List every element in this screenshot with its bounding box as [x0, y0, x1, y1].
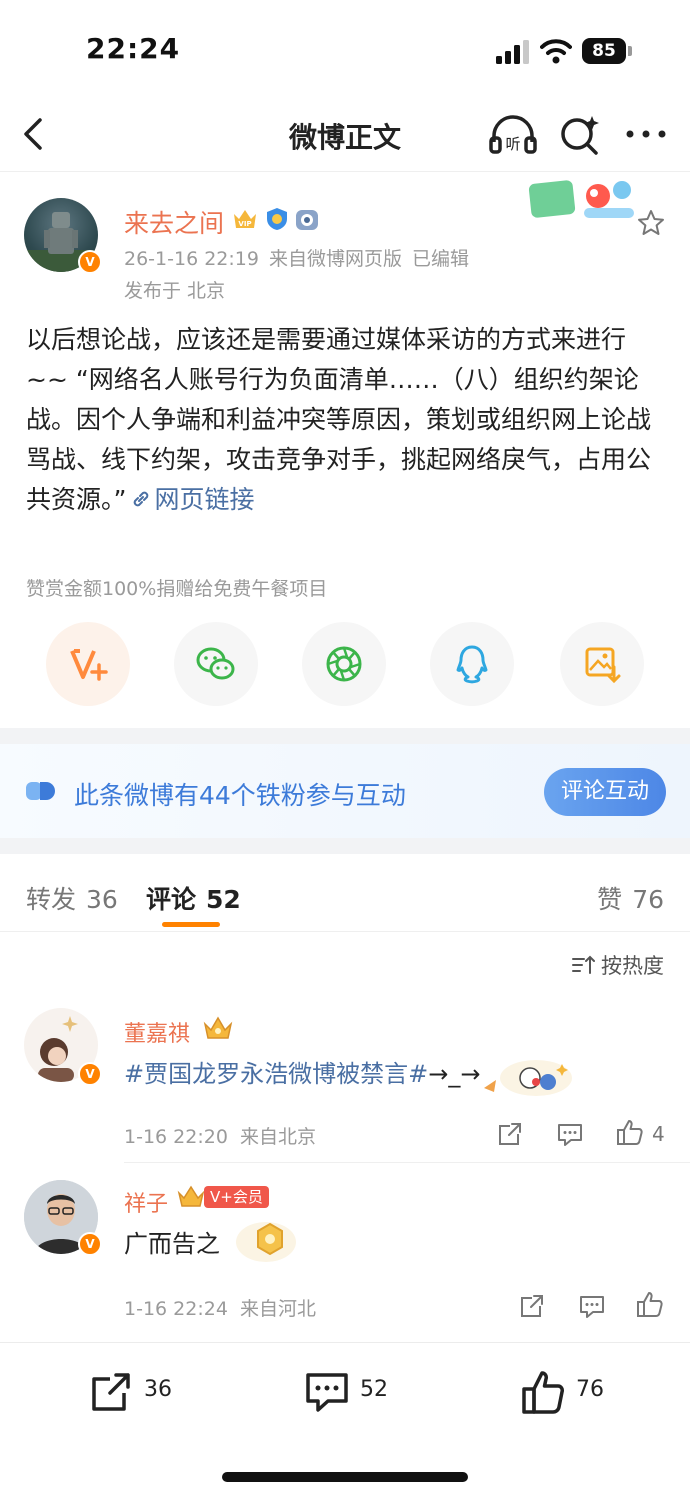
- sort-toggle[interactable]: 按热度: [571, 950, 664, 980]
- share-moments-button[interactable]: [302, 622, 386, 706]
- tab-repost-label: 转发: [26, 885, 77, 914]
- comment-time: 1-16 22:24: [124, 1298, 228, 1320]
- share-qq-button[interactable]: [430, 622, 514, 706]
- signal-icon: [496, 40, 529, 64]
- tab-comment[interactable]: 评论 52: [146, 880, 241, 916]
- vip-crown-icon: VIP: [234, 210, 256, 228]
- post-location: 发布于 北京: [124, 280, 226, 302]
- section-divider: [0, 728, 690, 744]
- comment-source: 来自北京: [240, 1126, 317, 1148]
- svg-text:听: 听: [505, 135, 520, 153]
- wechat-icon: [196, 647, 235, 680]
- fans-double-chevron-icon: [26, 782, 55, 800]
- sort-icon: [572, 955, 595, 974]
- tab-bar: 转发 36 评论 52 赞 76: [0, 854, 690, 932]
- tab-comment-label: 评论: [146, 885, 197, 914]
- like-icon[interactable]: [616, 1118, 644, 1146]
- verified-badge-icon: V: [78, 1062, 102, 1086]
- author-name[interactable]: 来去之间: [124, 204, 224, 240]
- tab-like[interactable]: 赞 76: [597, 880, 664, 916]
- post-source: 来自微博网页版: [268, 248, 402, 270]
- tab-comment-count: 52: [206, 885, 241, 914]
- comment-divider: [124, 1162, 690, 1163]
- holiday-sticker-icon: [528, 180, 634, 218]
- reply-icon[interactable]: [556, 1120, 584, 1148]
- share-row: [0, 622, 690, 712]
- sticker-badge-icon: [236, 1222, 296, 1262]
- toolbar-like-count: 76: [576, 1377, 604, 1402]
- verified-badge-icon: V: [78, 1232, 102, 1256]
- more-icon[interactable]: [624, 114, 668, 154]
- verified-badge-icon: V: [78, 250, 102, 274]
- like-icon: [522, 1371, 564, 1414]
- reward-note: 赞赏金额100%捐赠给免费午餐项目: [26, 578, 328, 600]
- post-edited: 已编辑: [411, 248, 469, 270]
- reward-button[interactable]: [46, 622, 130, 706]
- section-divider: [0, 838, 690, 854]
- listen-icon[interactable]: 听: [488, 112, 538, 158]
- comment-text: #贾国龙罗永浩微博被禁言#→_→: [124, 1054, 480, 1089]
- favorite-star-icon[interactable]: [636, 208, 666, 238]
- toolbar-comment-count: 52: [360, 1377, 388, 1402]
- lens-badge-icon: [296, 210, 318, 230]
- fans-banner[interactable]: 此条微博有44个铁粉参与互动 评论互动: [0, 744, 690, 838]
- post-text: 以后想论战，应该还是需要通过媒体采访的方式来进行 ~~ “网络名人账号行为负面清…: [26, 325, 652, 514]
- sticker-icon: [484, 1060, 572, 1096]
- post-meta: 26-1-16 22:19 来自微博网页版 已编辑: [124, 244, 479, 271]
- moments-icon: [326, 646, 362, 682]
- like-icon[interactable]: [636, 1290, 664, 1318]
- reward-v-icon: [70, 649, 108, 681]
- search-icon[interactable]: [558, 112, 602, 158]
- tab-repost[interactable]: 转发 36: [26, 880, 118, 916]
- wifi-icon: [540, 39, 572, 64]
- status-time: 22:24: [86, 32, 181, 65]
- comment-source: 来自河北: [240, 1298, 317, 1320]
- sort-label: 按热度: [601, 954, 664, 978]
- toolbar-repost-button[interactable]: 36: [88, 1369, 188, 1415]
- link-icon: [134, 491, 149, 507]
- tab-like-count: 76: [632, 885, 664, 914]
- comment-like-count: 4: [652, 1122, 665, 1146]
- tab-like-label: 赞: [597, 885, 623, 914]
- comment-time: 1-16 22:20: [124, 1126, 228, 1148]
- comment-interact-button[interactable]: 评论互动: [544, 768, 666, 816]
- comment-meta: 1-16 22:24 来自河北: [124, 1294, 316, 1321]
- qq-icon: [456, 645, 488, 684]
- repost-icon: [92, 1373, 130, 1411]
- battery-level: 85: [582, 38, 626, 64]
- comment-text-rest: →_→: [428, 1060, 481, 1088]
- comment-meta: 1-16 22:20 来自北京: [124, 1122, 316, 1149]
- home-indicator: [222, 1472, 468, 1482]
- share-wechat-button[interactable]: [174, 622, 258, 706]
- toolbar-like-button[interactable]: 76: [520, 1369, 620, 1415]
- comment-author[interactable]: 祥子: [124, 1186, 168, 1218]
- member-badge: V+会员: [204, 1186, 269, 1208]
- repost-icon[interactable]: [518, 1292, 546, 1320]
- comment-author[interactable]: 董嘉祺: [124, 1016, 190, 1048]
- fans-banner-text: 此条微博有44个铁粉参与互动: [74, 781, 406, 810]
- comment-icon: [306, 1373, 348, 1412]
- save-image-icon: [585, 647, 621, 684]
- repost-icon[interactable]: [496, 1120, 524, 1148]
- save-image-button[interactable]: [560, 622, 644, 706]
- shield-badge-icon: [267, 208, 287, 230]
- web-link[interactable]: 网页链接: [154, 485, 254, 514]
- crown-badge-icon: [177, 1185, 205, 1207]
- active-tab-indicator: [162, 922, 220, 927]
- comment-text: 广而告之: [124, 1230, 220, 1258]
- reply-icon[interactable]: [578, 1292, 606, 1320]
- battery-icon: 85: [582, 38, 632, 64]
- post-time: 26-1-16 22:19: [124, 248, 259, 270]
- bottom-toolbar: 36 52 76: [0, 1342, 690, 1442]
- svg-text:VIP: VIP: [238, 220, 251, 228]
- tab-repost-count: 36: [86, 885, 118, 914]
- toolbar-comment-button[interactable]: 52: [304, 1369, 404, 1415]
- crown-badge-icon: [203, 1016, 233, 1039]
- hashtag-link[interactable]: #贾国龙罗永浩微博被禁言#: [124, 1060, 428, 1088]
- toolbar-repost-count: 36: [144, 1377, 172, 1402]
- status-bar: 22:24 85: [0, 0, 690, 100]
- nav-bar: 微博正文 听: [0, 100, 690, 172]
- post-body: 以后想论战，应该还是需要通过媒体采访的方式来进行 ~~ “网络名人账号行为负面清…: [26, 320, 670, 520]
